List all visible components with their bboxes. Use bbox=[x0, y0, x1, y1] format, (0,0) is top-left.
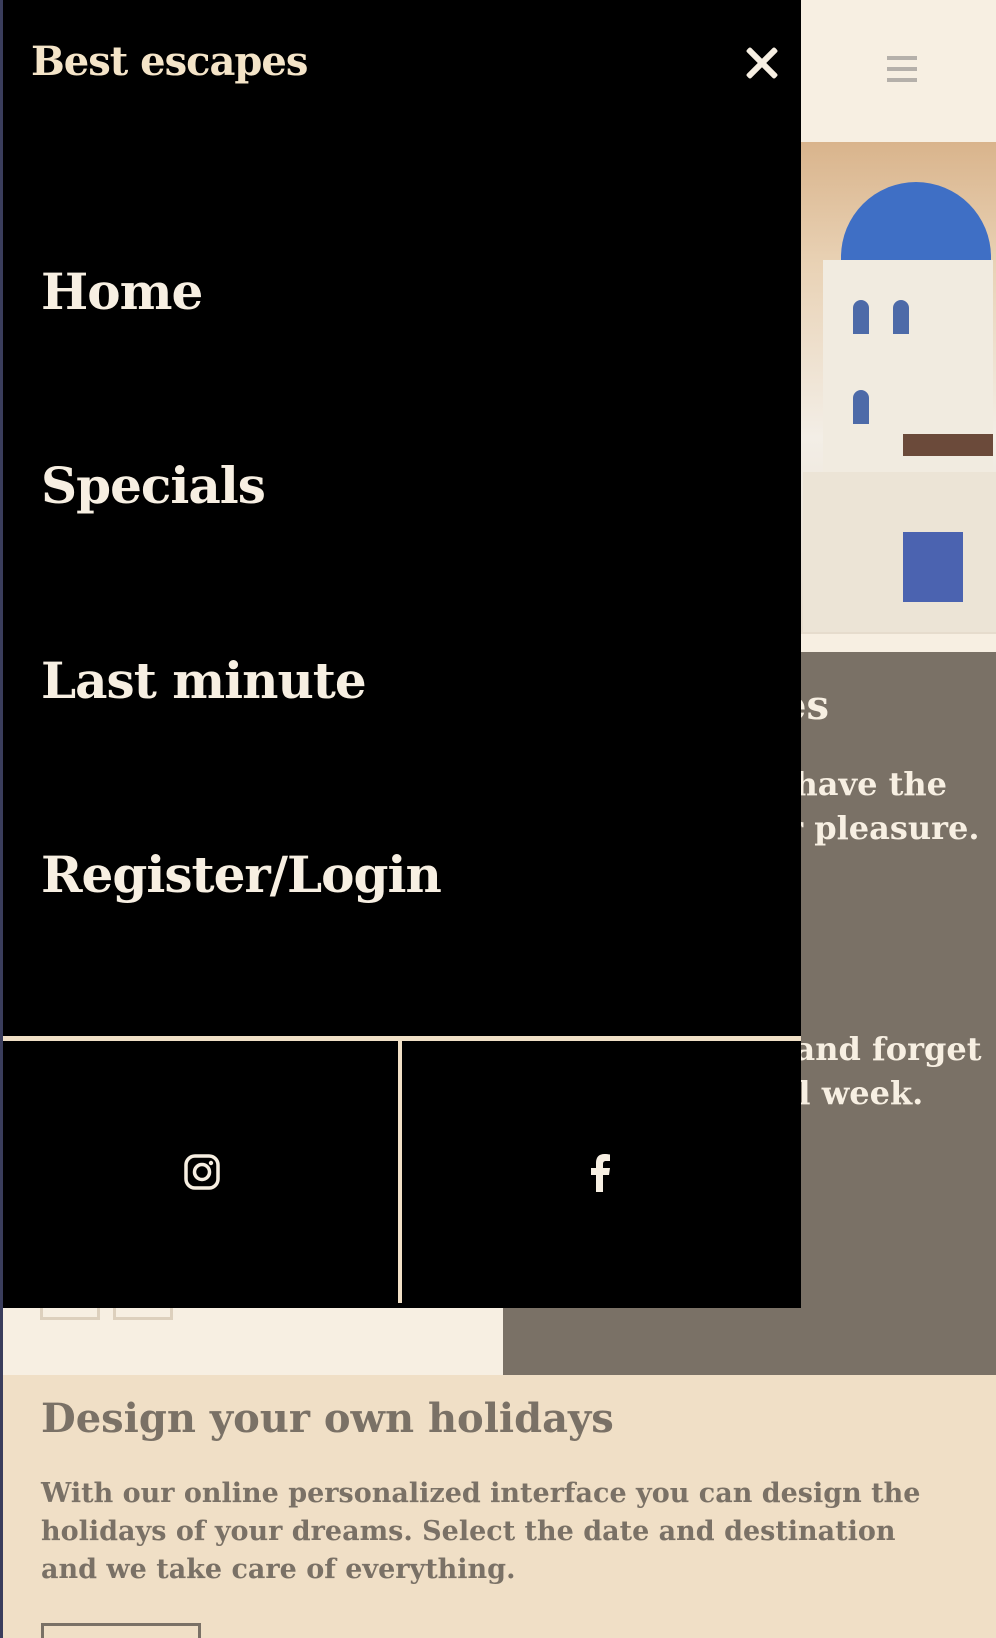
instagram-icon bbox=[183, 1154, 220, 1190]
close-icon[interactable] bbox=[745, 46, 779, 80]
design-section: Design your own holidays With our online… bbox=[3, 1375, 996, 1638]
nav-item-home[interactable]: Home bbox=[41, 262, 203, 321]
blue-door-shape bbox=[903, 532, 963, 602]
hamburger-menu-icon[interactable] bbox=[887, 56, 917, 82]
terrace-shape bbox=[803, 472, 996, 632]
brand-logo[interactable]: Best escapes bbox=[31, 38, 308, 85]
facebook-link[interactable] bbox=[402, 1041, 799, 1303]
facebook-icon bbox=[590, 1154, 610, 1192]
nav-drawer: Best escapes Home Specials Last minute R… bbox=[3, 0, 801, 1308]
design-text: With our online personalized interface y… bbox=[41, 1478, 921, 1585]
design-title: Design your own holidays bbox=[41, 1395, 614, 1442]
nav-item-specials[interactable]: Specials bbox=[41, 456, 266, 515]
design-cta-button[interactable] bbox=[41, 1623, 201, 1638]
nav-item-register-login[interactable]: Register/Login bbox=[41, 845, 442, 904]
terrace-table-shape bbox=[903, 434, 993, 456]
instagram-link[interactable] bbox=[3, 1041, 400, 1303]
nav-item-last-minute[interactable]: Last minute bbox=[41, 651, 367, 710]
blue-dome-shape bbox=[841, 182, 991, 262]
